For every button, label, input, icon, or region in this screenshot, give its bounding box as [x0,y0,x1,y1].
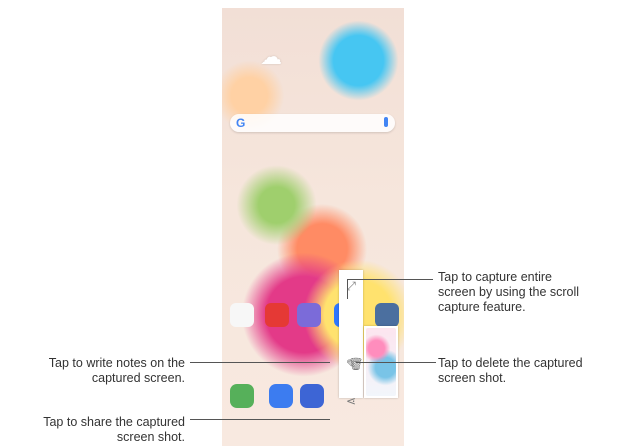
capture-entire-leader-h [347,279,433,280]
delete-leader [356,362,436,363]
phone-screen: ☁ G ⤢ ✎ 🗑 ⋖ [222,8,404,446]
mic-icon [384,117,388,127]
youtube-app-icon[interactable] [265,303,289,327]
messages-app-icon[interactable] [269,384,293,408]
share-leader [190,419,330,420]
cloud-icon: ☁ [260,44,282,69]
delete-capture-callout: Tap to delete the captured screen shot. [438,356,583,385]
google-search-icon: G [236,116,246,130]
camera-app-icon[interactable] [300,384,324,408]
app-icon-1[interactable] [230,303,254,327]
share-icon[interactable]: ⋖ [339,391,363,411]
write-notes-leader [190,362,330,363]
google-search-bar[interactable]: G [230,114,395,132]
settings-app-icon[interactable] [375,303,399,327]
capture-entire-leader-v [347,279,348,299]
share-capture-callout: Tap to share the captured screen shot. [43,415,185,444]
phone-app-icon[interactable] [230,384,254,408]
write-notes-callout: Tap to write notes on the captured screen… [48,356,185,385]
photos-app-icon[interactable] [297,303,321,327]
trash-icon[interactable]: 🗑 [348,354,364,374]
capture-entire-callout: Tap to capture entire screen by using the… [438,270,580,314]
